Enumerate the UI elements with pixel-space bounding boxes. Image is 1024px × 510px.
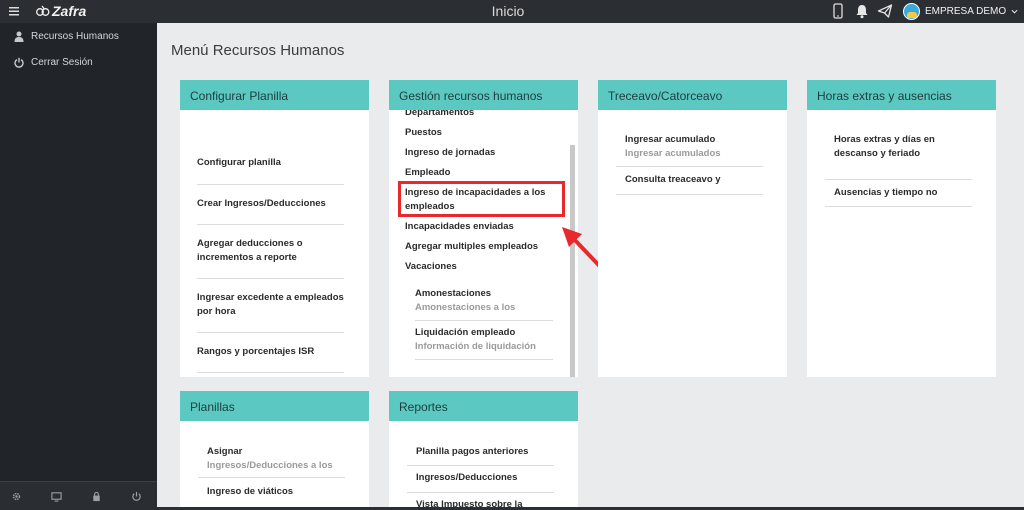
item-title: Asignar [207, 446, 243, 457]
menu-link-ingresar-excedente[interactable]: Ingresar excedente a empleados por hora [197, 291, 344, 319]
card-planillas: Planillas Asignar Ingresos/Deducciones a… [180, 391, 369, 510]
sidebar-item-label: Cerrar Sesión [31, 57, 93, 68]
menu-link-planilla-pagos[interactable]: Planilla pagos anteriores [416, 445, 528, 459]
item-title: Ingresar acumulado [625, 134, 716, 145]
divider [616, 194, 763, 195]
menu-link-consulta-treceavo[interactable]: Consulta treaceavo y [625, 173, 721, 187]
card-body: Ingresar acumulado Ingresar acumulados C… [598, 110, 787, 377]
divider [616, 166, 763, 167]
menu-link-ingreso-jornadas[interactable]: Ingreso de jornadas [405, 146, 495, 160]
card-gestion-rrhh: Gestión recursos humanos Departamentos P… [389, 80, 578, 377]
menu-link-incapacidades-enviadas[interactable]: Incapacidades enviadas [405, 220, 514, 234]
sidebar-footer [0, 481, 157, 510]
divider [197, 332, 344, 333]
user-icon [14, 31, 24, 42]
highlight-box [398, 181, 565, 217]
menu-link-liquidacion[interactable]: Liquidación empleado Información de liqu… [415, 326, 536, 354]
card-header: Reportes [389, 391, 578, 421]
card-body: Asignar Ingresos/Deducciones a los Ingre… [180, 421, 369, 510]
sub-item-subtitle: Información de liquidación [415, 341, 536, 352]
sidebar: Recursos Humanos Cerrar Sesión [0, 23, 157, 510]
card-body: Horas extras y días en descanso y feriad… [807, 110, 996, 377]
divider [415, 320, 553, 321]
sidebar-item-label: Recursos Humanos [31, 31, 119, 42]
card-body: Departamentos Puestos Ingreso de jornada… [389, 110, 578, 377]
divider [198, 477, 345, 478]
menu-link-amonestaciones[interactable]: Amonestaciones Amonestaciones a los [415, 287, 515, 315]
menu-link-crear-ingresos[interactable]: Crear Ingresos/Deducciones [197, 197, 344, 211]
item-subtitle: Ingresar acumulados [625, 148, 721, 159]
card-header: Gestión recursos humanos [389, 80, 578, 110]
menu-link-configurar-planilla[interactable]: Configurar planilla [197, 156, 344, 170]
sidebar-item-cerrar-sesion[interactable]: Cerrar Sesión [14, 57, 93, 68]
divider [415, 359, 553, 360]
divider [825, 179, 972, 180]
menu-link-horas-extras[interactable]: Horas extras y días en descanso y feriad… [834, 133, 964, 161]
menu-icon[interactable] [8, 5, 20, 17]
card-horas-extras: Horas extras y ausencias Horas extras y … [807, 80, 996, 377]
menu-link-ingresos-deducciones[interactable]: Ingresos/Deducciones [416, 471, 517, 485]
brand-logo[interactable]: Zafra [36, 3, 86, 19]
lock-icon[interactable] [91, 491, 102, 502]
menu-link-departamentos[interactable]: Departamentos [405, 110, 474, 120]
company-name: EMPRESA DEMO [925, 6, 1007, 17]
divider [197, 278, 344, 279]
monitor-icon[interactable] [51, 491, 62, 502]
menu-link-ingresar-acumulado[interactable]: Ingresar acumulado Ingresar acumulados [625, 133, 721, 161]
bell-icon[interactable] [854, 3, 870, 19]
card-body: Planilla pagos anteriores Ingresos/Deduc… [389, 421, 578, 510]
menu-link-puestos[interactable]: Puestos [405, 126, 442, 140]
brand-name: Zafra [52, 3, 87, 19]
menu-link-empleado[interactable]: Empleado [405, 166, 450, 180]
divider [197, 224, 344, 225]
card-header: Treceavo/Catorceavo [598, 80, 787, 110]
item-title: Consulta treaceavo y [625, 174, 721, 185]
card-header: Horas extras y ausencias [807, 80, 996, 110]
card-header: Planillas [180, 391, 369, 421]
menu-link-ausencias[interactable]: Ausencias y tiempo no [834, 186, 937, 200]
sub-item-title: Liquidación empleado [415, 327, 516, 338]
company-avatar [903, 3, 920, 20]
sidebar-item-recursos-humanos[interactable]: Recursos Humanos [14, 31, 119, 42]
menu-link-vacaciones[interactable]: Vacaciones [405, 260, 457, 274]
card-body: Configurar planilla Crear Ingresos/Deduc… [180, 110, 369, 377]
menu-link-rangos-isr[interactable]: Rangos y porcentajes ISR [197, 345, 344, 359]
menu-link-agregar-multiples[interactable]: Agregar multiples empleados [405, 240, 538, 254]
window-title: Inicio [491, 3, 525, 19]
power-icon[interactable] [131, 491, 142, 502]
menu-link-ingreso-viaticos[interactable]: Ingreso de viáticos [207, 485, 293, 499]
item-subtitle: Ingresos/Deducciones a los [207, 460, 333, 471]
divider [407, 492, 554, 493]
sub-item-subtitle: Amonestaciones a los [415, 302, 516, 313]
divider [197, 372, 344, 373]
card-header: Configurar Planilla [180, 80, 369, 110]
send-icon[interactable] [877, 3, 893, 19]
chevron-down-icon [1011, 9, 1018, 14]
menu-link-agregar-deducciones[interactable]: Agregar deducciones o incrementos a repo… [197, 237, 344, 265]
sub-item-title: Amonestaciones [415, 288, 492, 299]
card-reportes: Reportes Planilla pagos anteriores Ingre… [389, 391, 578, 510]
mobile-icon[interactable] [830, 3, 846, 19]
power-icon [14, 57, 24, 68]
divider [197, 184, 344, 185]
card-configurar-planilla: Configurar Planilla Configurar planilla … [180, 80, 369, 377]
logo-icon [36, 5, 50, 16]
page-title: Menú Recursos Humanos [171, 42, 345, 59]
menu-link-asignar[interactable]: Asignar Ingresos/Deducciones a los [207, 445, 333, 473]
divider [825, 206, 972, 207]
card-treceavo: Treceavo/Catorceavo Ingresar acumulado I… [598, 80, 787, 377]
settings-icon[interactable] [11, 491, 22, 502]
divider [407, 465, 554, 466]
company-selector[interactable]: EMPRESA DEMO [903, 2, 1018, 21]
top-bar: Zafra Inicio EMPRESA DEMO [0, 0, 1024, 23]
